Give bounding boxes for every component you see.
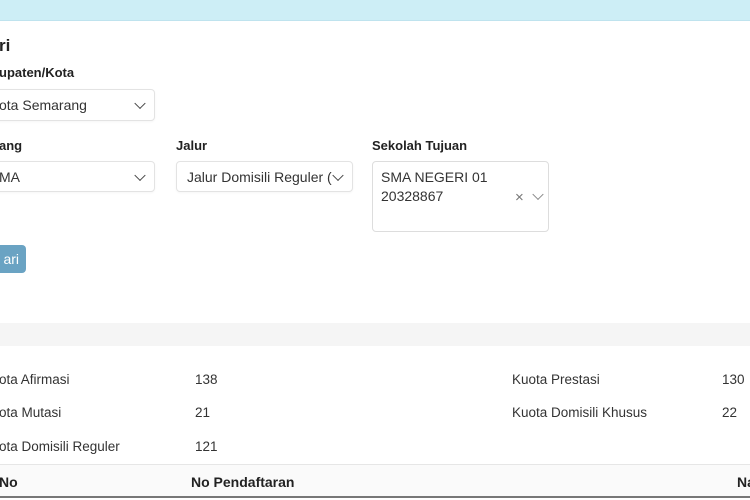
section-divider: [0, 323, 750, 346]
jenjang-label: ang: [0, 138, 23, 153]
quota-prestasi-label: Kuota Prestasi: [512, 372, 600, 387]
column-header-nama[interactable]: Na: [737, 474, 750, 490]
quota-domisili-khusus-label: Kuota Domisili Khusus: [512, 405, 648, 420]
quota-domisili-reguler-label: ota Domisili Reguler: [0, 439, 120, 454]
jalur-value: Jalur Domisili Reguler (: [187, 168, 332, 185]
jenjang-value: MA: [0, 168, 20, 185]
kabupaten-label: upaten/Kota: [0, 65, 75, 80]
jenjang-select[interactable]: MA: [0, 161, 155, 192]
jalur-select[interactable]: Jalur Domisili Reguler (: [176, 161, 353, 192]
search-button[interactable]: ari: [0, 245, 26, 273]
sekolah-select[interactable]: SMA NEGERI 01 20328867 ×: [372, 161, 549, 232]
quota-domisili-khusus-value: 22: [722, 405, 738, 420]
quota-afirmasi-label: ota Afirmasi: [0, 372, 70, 387]
jalur-label: Jalur: [176, 138, 208, 153]
quota-prestasi-value: 130: [722, 372, 745, 387]
quota-mutasi-label: ota Mutasi: [0, 405, 62, 420]
quota-afirmasi-value: 138: [195, 372, 218, 387]
column-header-no-pendaftaran[interactable]: No Pendaftaran: [191, 474, 294, 490]
chevron-down-icon: [332, 169, 344, 181]
sekolah-value-line1: SMA NEGERI 01: [381, 169, 488, 185]
chevron-down-icon: [134, 169, 146, 181]
page-title: ri: [0, 36, 11, 55]
table-header: No No Pendaftaran Na: [0, 464, 750, 498]
kabupaten-select[interactable]: ota Semarang: [0, 89, 155, 121]
chevron-down-icon: [134, 97, 146, 110]
clear-icon[interactable]: ×: [515, 188, 524, 207]
quota-mutasi-value: 21: [195, 405, 211, 420]
quota-domisili-reguler-value: 121: [195, 439, 218, 454]
column-header-no[interactable]: No: [0, 474, 18, 490]
top-bar: [0, 0, 750, 21]
kabupaten-value: ota Semarang: [0, 97, 87, 113]
sekolah-label: Sekolah Tujuan: [372, 138, 468, 153]
